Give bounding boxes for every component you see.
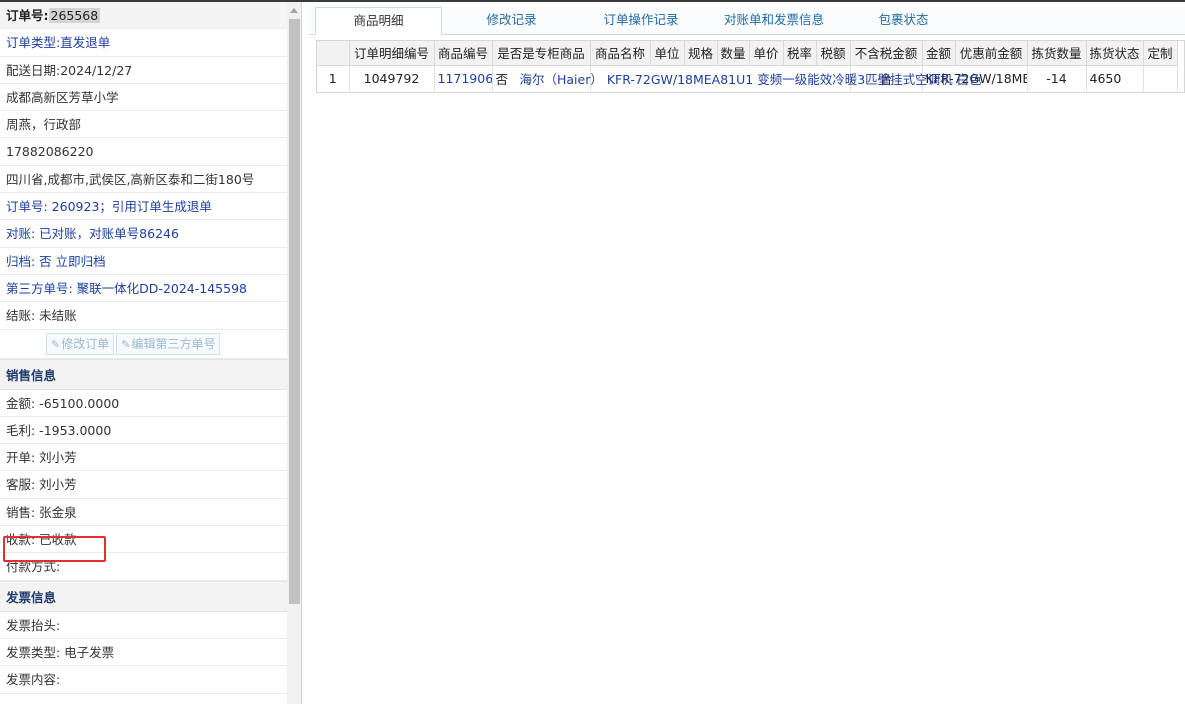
empty-cell bbox=[1143, 65, 1178, 92]
detail-area: 商品明细 修改记录 订单操作记录 对账单和发票信息 包裹状态 订单明细编号 商品编… bbox=[303, 2, 1185, 704]
order-info-row: 成都高新区芳草小学 bbox=[0, 84, 287, 112]
column-header[interactable]: 不含税金额 bbox=[850, 41, 923, 66]
column-header[interactable]: 是否是专柜商品 bbox=[492, 41, 591, 66]
empty-cell bbox=[1177, 65, 1184, 92]
quantity-cell: -14 bbox=[1027, 65, 1087, 92]
order-info-content: 订单号: 265568 订单类型:直发退单 配送日期:2024/12/27 成都高新区… bbox=[0, 2, 287, 694]
invoice-info-rows: 发票抬头: 发票类型: 电子发票 发票内容: bbox=[0, 612, 287, 694]
sales-info-row: 金额: -65100.0000 bbox=[0, 390, 287, 417]
sales-info-row: 毛利: -1953.0000 bbox=[0, 417, 287, 445]
column-header[interactable]: 规格 bbox=[684, 41, 718, 66]
order-number-value[interactable]: 265568 bbox=[48, 8, 101, 23]
order-info-row[interactable]: 归档: 否 立即归档 bbox=[0, 248, 287, 275]
invoice-info-row: 发票类型: 电子发票 bbox=[0, 639, 287, 667]
order-info-panel: 订单号: 265568 订单类型:直发退单 配送日期:2024/12/27 成都高新区… bbox=[0, 2, 302, 704]
price-cell: 4650 bbox=[1086, 65, 1144, 92]
order-number-label: 订单号: bbox=[6, 8, 49, 23]
tab-modification-log[interactable]: 修改记录 bbox=[459, 7, 564, 35]
tab-statement-invoice[interactable]: 对账单和发票信息 bbox=[709, 7, 839, 35]
edit-icon: ✎ bbox=[121, 337, 131, 351]
order-info-row[interactable]: 订单类型:直发退单 bbox=[0, 29, 287, 57]
scrollbar-thumb[interactable] bbox=[289, 19, 300, 604]
row-index: 1 bbox=[317, 65, 350, 92]
order-info-row: 四川省,成都市,武侯区,高新区泰和二街180号 bbox=[0, 166, 287, 194]
product-detail-grid: 订单明细编号 商品编号 是否是专柜商品 商品名称 单位 规格 数量 单价 税率 税额 不含税金额 金额… bbox=[316, 40, 1185, 93]
column-header[interactable]: 拣货数量 bbox=[1027, 41, 1087, 66]
sales-info-row: 客服: 刘小芳 bbox=[0, 471, 287, 499]
order-info-row: 结账: 未结账 bbox=[0, 302, 287, 330]
order-info-row: 周燕，行政部 bbox=[0, 111, 287, 139]
left-panel-scrollbar[interactable] bbox=[287, 2, 301, 704]
product-name-link[interactable]: 海尔（Haier） KFR-72GW/18MEA81U1 变频一级能效冷暖3匹壁… bbox=[516, 65, 982, 92]
column-header[interactable]: 商品名称 bbox=[590, 41, 651, 66]
edit-order-label: 修改订单 bbox=[61, 336, 110, 351]
sales-info-row: 销售: 张金泉 bbox=[0, 499, 287, 527]
product-number-link[interactable]: 1171906 bbox=[434, 65, 493, 92]
table-header-row: 订单明细编号 商品编号 是否是专柜商品 商品名称 单位 规格 数量 单价 税率 税额 不含税金额 金额… bbox=[317, 41, 1184, 66]
column-header[interactable]: 税额 bbox=[816, 41, 851, 66]
order-number-row: 订单号: 265568 bbox=[0, 2, 287, 30]
order-info-row[interactable]: 对账: 已对账，对账单号86246 bbox=[0, 220, 287, 248]
detail-number-cell: 1049792 bbox=[349, 65, 435, 92]
detail-tabs: 商品明细 修改记录 订单操作记录 对账单和发票信息 包裹状态 bbox=[309, 4, 1185, 35]
column-header[interactable]: 优惠前金额 bbox=[955, 41, 1028, 66]
table-row[interactable]: 1 1049792 1171906 否 海尔（Haier） KFR-72GW/1… bbox=[317, 65, 1184, 92]
edit-order-button[interactable]: ✎修改订单 bbox=[46, 332, 115, 355]
column-header[interactable]: 税率 bbox=[783, 41, 817, 66]
order-info-row[interactable]: 第三方单号: 聚联一体化DD-2024-145598 bbox=[0, 275, 287, 303]
invoice-section-header: 发票信息 bbox=[0, 580, 287, 612]
invoice-info-row: 发票抬头: bbox=[0, 612, 287, 639]
order-info-rows: 订单类型:直发退单 配送日期:2024/12/27 成都高新区芳草小学 周燕，行政部 1… bbox=[0, 29, 287, 330]
column-header[interactable]: 商品编号 bbox=[434, 41, 493, 66]
column-header[interactable] bbox=[317, 41, 350, 66]
order-action-buttons: ✎修改订单 ✎编辑第三方单号 bbox=[0, 330, 287, 359]
tab-order-operation-log[interactable]: 订单操作记录 bbox=[581, 7, 701, 35]
column-header[interactable]: 订单明细编号 bbox=[349, 41, 435, 66]
order-info-row: 配送日期:2024/12/27 bbox=[0, 57, 287, 84]
order-info-row[interactable]: 订单号: 260923；引用订单生成退单 bbox=[0, 193, 287, 221]
product-detail-table: 订单明细编号 商品编号 是否是专柜商品 商品名称 单位 规格 数量 单价 税率 税额 不含税金额 金额… bbox=[317, 41, 1184, 92]
payment-status-highlight bbox=[3, 536, 106, 562]
sales-info-row: 开单: 刘小芳 bbox=[0, 444, 287, 472]
edit-icon: ✎ bbox=[51, 337, 61, 351]
edit-third-party-label: 编辑第三方单号 bbox=[131, 336, 216, 351]
order-info-row: 17882086220 bbox=[0, 138, 287, 166]
tab-product-details[interactable]: 商品明细 bbox=[315, 7, 442, 35]
column-header[interactable]: 数量 bbox=[717, 41, 750, 66]
invoice-info-row: 发票内容: bbox=[0, 666, 287, 694]
column-header[interactable]: 单价 bbox=[749, 41, 784, 66]
edit-third-party-button[interactable]: ✎编辑第三方单号 bbox=[116, 332, 221, 355]
column-header[interactable]: 拣货状态 bbox=[1086, 41, 1144, 66]
column-header[interactable]: 金额 bbox=[922, 41, 956, 66]
tab-package-status[interactable]: 包裹状态 bbox=[841, 7, 966, 35]
scroll-up-arrow-icon[interactable] bbox=[290, 8, 298, 13]
column-header[interactable]: 单位 bbox=[650, 41, 685, 66]
sales-section-header: 销售信息 bbox=[0, 358, 287, 390]
column-header[interactable]: 定制 bbox=[1143, 41, 1178, 66]
